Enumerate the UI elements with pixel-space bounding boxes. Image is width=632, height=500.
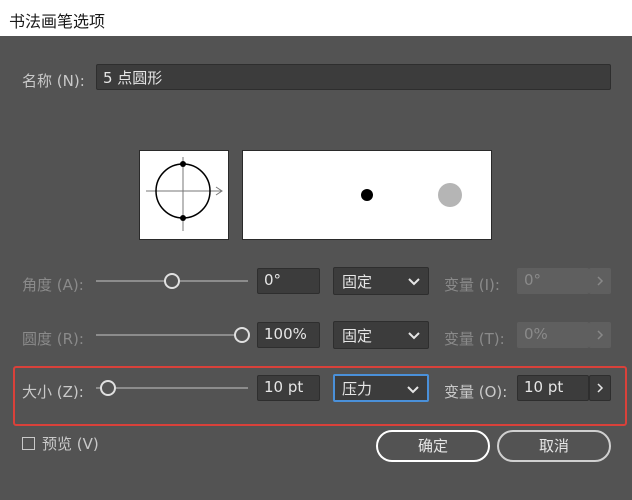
- angle-label: 角度 (A):: [22, 276, 84, 294]
- size-mode-select[interactable]: 压力: [333, 374, 429, 402]
- max-size-dot: [438, 183, 462, 207]
- window-title: 书法画笔选项: [9, 12, 106, 31]
- name-label: 名称 (N):: [22, 72, 85, 90]
- size-input[interactable]: 10 pt: [257, 375, 320, 401]
- preview-label: 预览 (V): [42, 435, 99, 453]
- roundness-variation-label: 变量 (T):: [444, 330, 505, 348]
- angle-mode-select[interactable]: 固定: [333, 267, 429, 295]
- brush-stroke-preview: [242, 150, 492, 240]
- roundness-variation-stepper: [589, 322, 611, 348]
- size-variation-input[interactable]: 10 pt: [517, 375, 589, 401]
- roundness-variation-input: 0%: [517, 322, 589, 348]
- name-input[interactable]: 5 点圆形: [96, 64, 611, 90]
- title-bar: 书法画笔选项: [0, 0, 632, 36]
- roundness-slider-knob[interactable]: [234, 327, 250, 343]
- angle-variation-input: 0°: [517, 268, 589, 294]
- chevron-down-icon: [408, 332, 420, 340]
- chevron-down-icon: [408, 278, 420, 286]
- size-slider-knob[interactable]: [100, 380, 116, 396]
- angle-variation-stepper: [589, 268, 611, 294]
- size-variation-label: 变量 (O):: [444, 383, 508, 401]
- chevron-down-icon: [407, 386, 419, 394]
- cancel-button[interactable]: 取消: [497, 430, 611, 462]
- angle-slider-knob[interactable]: [164, 273, 180, 289]
- brush-shape-preview[interactable]: [139, 150, 229, 240]
- ok-button[interactable]: 确定: [376, 430, 490, 462]
- size-slider-track[interactable]: [96, 387, 248, 389]
- preview-checkbox[interactable]: [22, 437, 35, 450]
- chevron-right-icon: [597, 383, 604, 393]
- brush-angle-icon: [146, 157, 223, 231]
- roundness-slider-track[interactable]: [96, 334, 248, 336]
- brush-options-dialog: 名称 (N): 5 点圆形 角度 (A): 0° 固定 变量 (I): 0° 圆…: [0, 36, 632, 500]
- chevron-right-icon: [597, 276, 604, 286]
- angle-input[interactable]: 0°: [257, 268, 320, 294]
- size-label: 大小 (Z):: [22, 383, 84, 401]
- roundness-input[interactable]: 100%: [257, 322, 320, 348]
- min-size-dot: [361, 189, 373, 201]
- chevron-right-icon: [597, 330, 604, 340]
- roundness-mode-value: 固定: [342, 327, 373, 345]
- size-variation-stepper[interactable]: [589, 375, 611, 401]
- angle-variation-label: 变量 (I):: [444, 276, 500, 294]
- roundness-mode-select[interactable]: 固定: [333, 321, 429, 349]
- angle-mode-value: 固定: [342, 273, 373, 291]
- size-mode-value: 压力: [342, 380, 373, 398]
- roundness-label: 圆度 (R):: [22, 330, 84, 348]
